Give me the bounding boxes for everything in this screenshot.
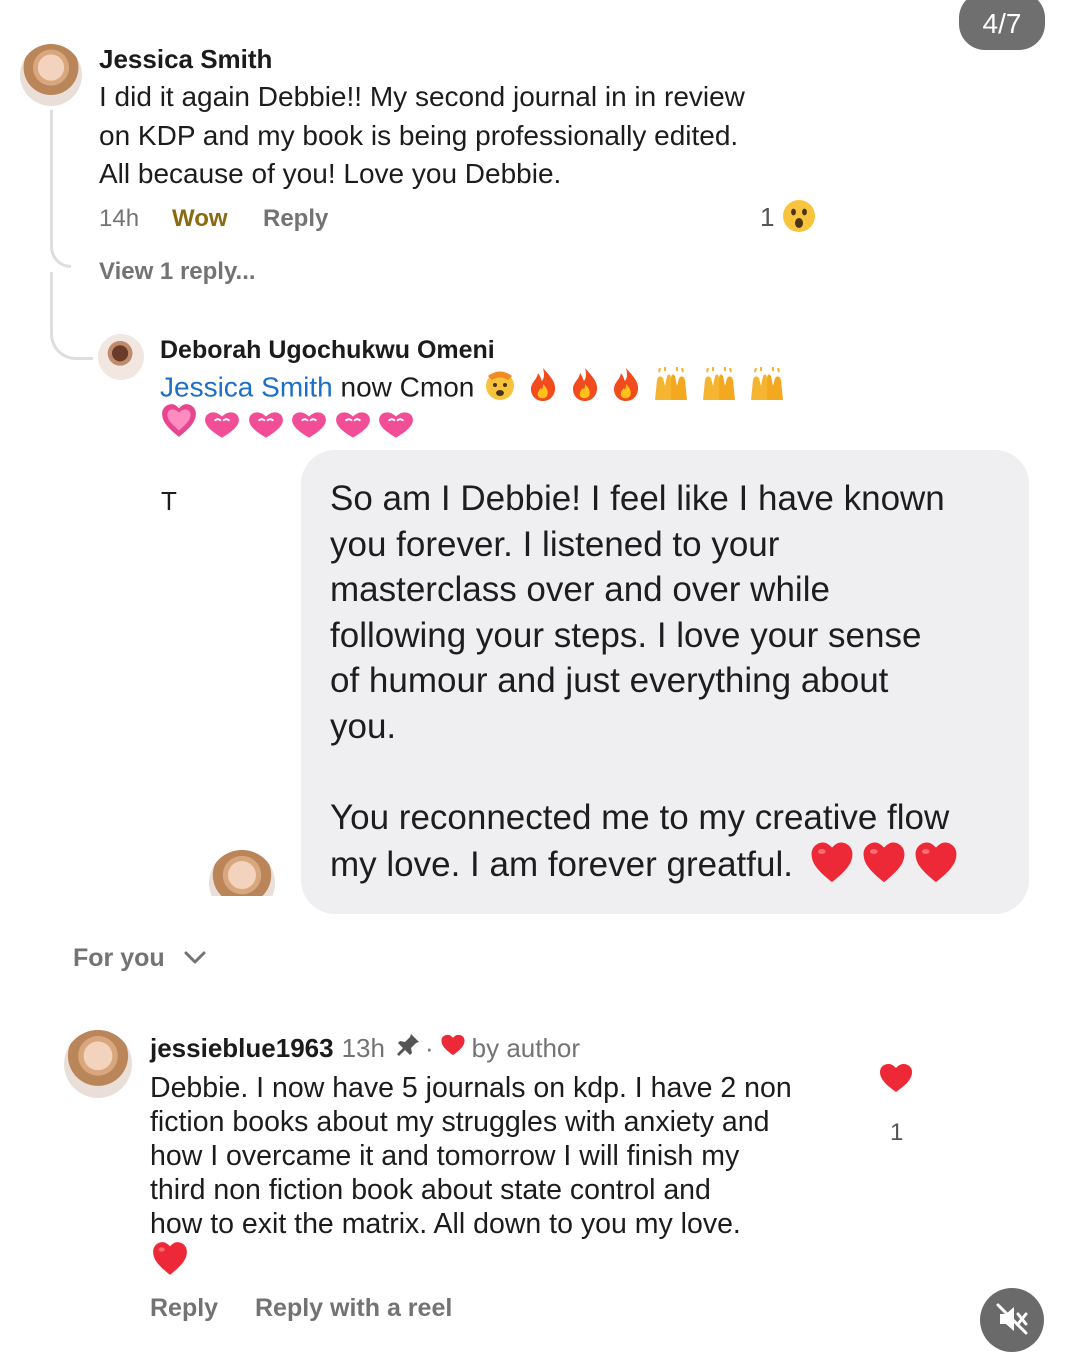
pink-hearts-row (160, 402, 415, 445)
pin-icon (395, 1032, 421, 1065)
comment-time: 13h (341, 1033, 385, 1063)
message-marker: T (161, 486, 177, 516)
pink-heart-emoji (247, 410, 285, 445)
pink-heart-emoji (203, 410, 241, 445)
message-line: So am I Debbie! I feel like I have known (330, 479, 945, 518)
comment-text: Debbie. I now have 5 journals on kdp. I … (150, 1071, 792, 1241)
message-line: my love. I am forever greatful. (330, 845, 793, 884)
comment-line: how to exit the matrix. All down to you … (150, 1208, 741, 1240)
like-heart-button[interactable] (878, 1062, 914, 1099)
comment-meta: jessieblue1963 13h · by author (150, 1032, 580, 1065)
reply-emojis (482, 367, 787, 402)
comment-time: 14h (99, 205, 140, 232)
comment-line: on KDP and my book is being professional… (99, 119, 739, 151)
avatar[interactable] (64, 1030, 132, 1098)
message-line: you. (330, 706, 397, 746)
reply-with-reel-button[interactable]: Reply with a reel (255, 1294, 452, 1323)
message-bubble: So am I Debbie! I feel like I have known… (301, 450, 1029, 914)
red-heart-emoji (913, 840, 959, 886)
message-line: masterclass over and over while (330, 570, 830, 609)
avatar[interactable] (20, 44, 82, 106)
fire-emoji (568, 366, 602, 412)
message-line: following your steps. I love your sense (330, 615, 922, 655)
fire-emoji (609, 366, 643, 412)
heart-icon (440, 1033, 466, 1064)
thread-line (50, 110, 71, 268)
red-heart-emoji (861, 840, 907, 886)
message-line: You reconnected me to my creative flow (330, 797, 950, 837)
meta-separator: · (424, 1033, 434, 1063)
comment-line: All because of you! Love you Debbie. (99, 158, 562, 189)
wow-emoji-icon (782, 199, 816, 238)
reaction-count[interactable]: 1 (760, 202, 774, 233)
comment-line: fiction books about my struggles with an… (150, 1106, 770, 1138)
muted-speaker-icon (995, 1302, 1029, 1341)
comment-line: how I overcame it and tomorrow I will fi… (150, 1140, 740, 1172)
avatar[interactable] (209, 850, 275, 896)
message-line: of humour and just everything about (330, 661, 889, 700)
thread-line (50, 272, 93, 360)
pink-heart-emoji (377, 410, 415, 445)
mute-button[interactable] (980, 1288, 1044, 1352)
story-counter: 4/7 (959, 0, 1045, 50)
story-counter-text: 4/7 (982, 8, 1022, 39)
exploding-head-emoji (482, 367, 518, 411)
comment-line: Debbie. I now have 5 journals on kdp. I … (150, 1072, 792, 1104)
like-count: 1 (890, 1119, 904, 1146)
raising-hands-emoji (699, 366, 739, 412)
reply-author[interactable]: Deborah Ugochukwu Omeni (160, 336, 495, 365)
fire-emoji (526, 366, 560, 412)
for-you-dropdown[interactable]: For you (73, 944, 207, 973)
raising-hands-emoji (747, 366, 787, 412)
pink-heart-emoji (290, 410, 328, 445)
avatar[interactable] (98, 334, 144, 380)
reply-button[interactable]: Reply (150, 1294, 218, 1323)
wow-reaction-button[interactable]: Wow (172, 205, 228, 233)
view-replies-link[interactable]: View 1 reply... (99, 258, 256, 286)
by-author-badge: by author (471, 1033, 581, 1063)
for-you-label: For you (73, 944, 165, 972)
comment-author[interactable]: Jessica Smith (99, 44, 272, 75)
pink-heart-emoji (160, 402, 198, 445)
pink-heart-emoji (334, 410, 372, 445)
reply-text-body: now Cmon (340, 371, 475, 403)
comment-line: third non fiction book about state contr… (150, 1174, 711, 1206)
raising-hands-emoji (651, 366, 691, 412)
comment-author[interactable]: jessieblue1963 (150, 1033, 334, 1064)
comment-line: I did it again Debbie!! My second journa… (99, 81, 745, 112)
mention-link[interactable]: Jessica Smith (160, 371, 333, 402)
comment-text: I did it again Debbie!! My second journa… (99, 78, 745, 194)
red-heart-emoji (809, 840, 855, 886)
red-heart-emoji (151, 1240, 189, 1283)
message-line: you forever. I listened to your (330, 524, 780, 564)
reply-button[interactable]: Reply (263, 205, 328, 233)
chevron-down-icon (183, 944, 207, 973)
